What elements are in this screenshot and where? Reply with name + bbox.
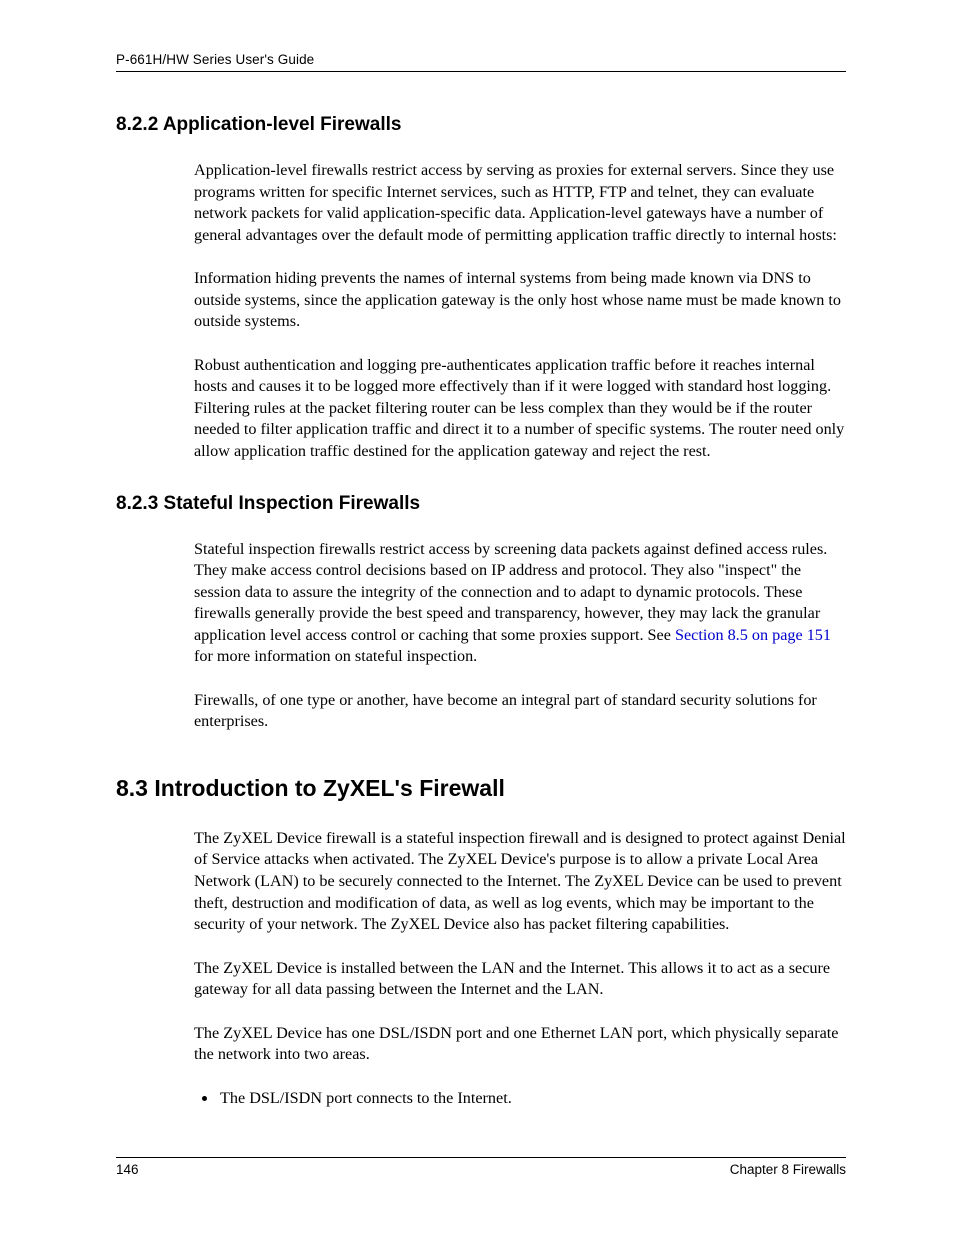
text-run: for more information on stateful inspect… [194, 647, 477, 665]
paragraph: Stateful inspection firewalls restrict a… [194, 539, 846, 668]
running-header: P-661H/HW Series User's Guide [116, 52, 846, 72]
page-footer: 146 Chapter 8 Firewalls [116, 1157, 846, 1177]
chapter-label: Chapter 8 Firewalls [730, 1162, 846, 1177]
bullet-list: The DSL/ISDN port connects to the Intern… [194, 1088, 846, 1110]
document-page: P-661H/HW Series User's Guide 8.2.2 Appl… [0, 0, 954, 1235]
section-8-3-body: The ZyXEL Device firewall is a stateful … [194, 828, 846, 1109]
section-8-2-2-body: Application-level firewalls restrict acc… [194, 160, 846, 463]
section-8-2-3-body: Stateful inspection firewalls restrict a… [194, 539, 846, 733]
paragraph: The ZyXEL Device firewall is a stateful … [194, 828, 846, 936]
paragraph: Information hiding prevents the names of… [194, 268, 846, 333]
heading-8-2-2: 8.2.2 Application-level Firewalls [116, 114, 846, 136]
paragraph: Firewalls, of one type or another, have … [194, 690, 846, 733]
paragraph: Application-level firewalls restrict acc… [194, 160, 846, 246]
paragraph: The ZyXEL Device is installed between th… [194, 958, 846, 1001]
page-number: 146 [116, 1162, 139, 1177]
heading-8-3: 8.3 Introduction to ZyXEL's Firewall [116, 775, 846, 802]
paragraph: The ZyXEL Device has one DSL/ISDN port a… [194, 1023, 846, 1066]
list-item: The DSL/ISDN port connects to the Intern… [218, 1088, 846, 1110]
cross-reference-link[interactable]: Section 8.5 on page 151 [675, 626, 831, 644]
heading-8-2-3: 8.2.3 Stateful Inspection Firewalls [116, 493, 846, 515]
paragraph: Robust authentication and logging pre-au… [194, 355, 846, 463]
